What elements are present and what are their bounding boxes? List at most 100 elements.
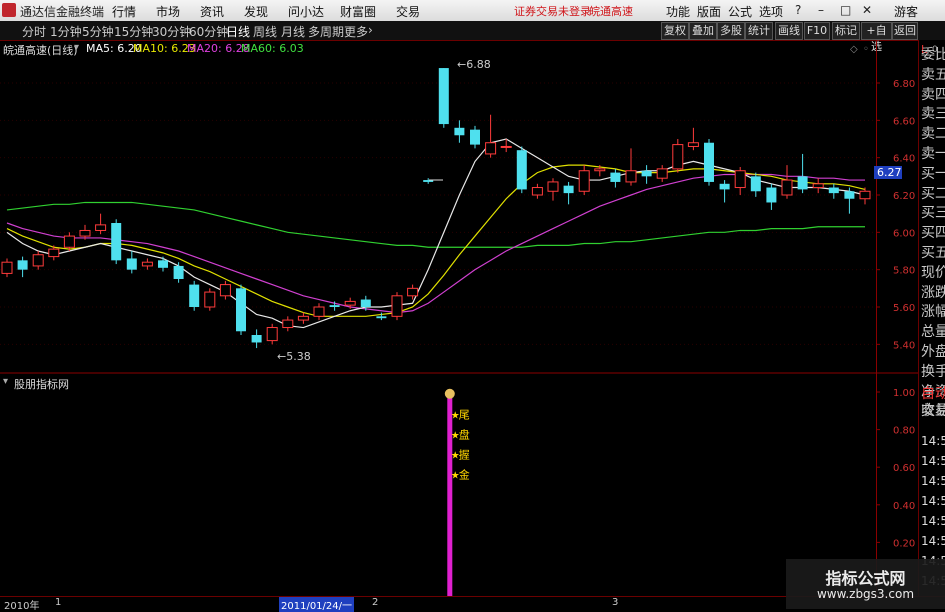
signal-char: 金 xyxy=(459,467,470,481)
ma60-path xyxy=(6,201,865,248)
quote-panel: L 0 委比 卖五 卖四 卖三 卖二 卖一 买一 买二 买三 买四 买五 现价 涨跌 涨幅 总量 外盘 换手 净资… xyxy=(918,40,945,609)
candle-body-down xyxy=(470,129,480,145)
period-5min[interactable]: 5分钟 xyxy=(82,23,114,40)
candle-body-down xyxy=(563,185,574,194)
candle-body-down xyxy=(766,187,777,203)
more-chevron-icon[interactable]: › xyxy=(368,23,373,37)
quote-row-label: 总量 xyxy=(921,324,945,341)
quote-row-label: 外盘 xyxy=(921,344,945,360)
quote-row-label: 委比 xyxy=(921,47,945,63)
period-more[interactable]: 更多 xyxy=(344,23,368,40)
watermark-url: www.zbgs3.com xyxy=(816,587,915,601)
price-tick-label: 6.00 xyxy=(893,228,915,239)
ma-toggle-icon[interactable]: ▾ xyxy=(74,42,79,53)
price-tick-label: 6.20 xyxy=(893,191,915,202)
tongji-button[interactable]: 统计 xyxy=(745,22,773,40)
year-label: 2010年 xyxy=(4,601,40,612)
candle-body-down xyxy=(516,150,527,190)
price-tick-label: 6.80 xyxy=(893,79,915,90)
trade-login-warning[interactable]: 证券交易未登录 xyxy=(514,3,591,19)
candlesticks xyxy=(1,68,871,349)
candle-body-up xyxy=(594,168,606,172)
maximize-icon[interactable]: □ xyxy=(840,3,851,17)
candle-body-down xyxy=(641,170,652,177)
quote-row-label: 买三 xyxy=(921,205,945,222)
period-15min[interactable]: 15分钟 xyxy=(114,23,153,40)
menu-caifuquan[interactable]: 财富圈 xyxy=(340,3,376,20)
sub-toggle-icon[interactable]: ▾ xyxy=(3,376,8,387)
candle-body-up xyxy=(32,254,44,267)
signal-char: 尾 xyxy=(459,408,470,421)
trade-time: 14:56 xyxy=(921,434,945,448)
quote-row-label: 买一 xyxy=(921,165,945,182)
candle-body-down xyxy=(189,284,200,307)
menu-xuanxiang[interactable]: 选项 xyxy=(759,3,783,20)
candle-body-up xyxy=(781,179,793,196)
duogu-button[interactable]: 多股 xyxy=(717,22,745,40)
quote-row-label: 卖五 xyxy=(921,66,945,83)
candle-body-up xyxy=(656,168,668,179)
auto-trade-label-1[interactable]: 自动 xyxy=(921,386,945,402)
menu-jiaoyi[interactable]: 交易 xyxy=(396,3,420,20)
candle-body-down xyxy=(360,299,371,307)
price-tick-label: 6.40 xyxy=(893,154,915,165)
period-week[interactable]: 周线 xyxy=(253,23,277,40)
minimize-icon[interactable]: – xyxy=(818,3,824,17)
menu-wenxiaoda[interactable]: 问小达 xyxy=(288,3,324,20)
period-30min[interactable]: 30分钟 xyxy=(152,23,191,40)
biaoji-button[interactable]: 标记 xyxy=(832,22,860,40)
diejia-button[interactable]: 叠加 xyxy=(689,22,717,40)
period-60min[interactable]: 60分钟 xyxy=(189,23,228,40)
signal-char: 握 xyxy=(459,447,470,461)
chart-title: 皖通高速(日线) xyxy=(3,44,78,57)
settings-dot-icon[interactable]: ◦ xyxy=(863,44,869,55)
ma60-legend: MA60: 6.03 xyxy=(241,42,304,55)
candle-body-up xyxy=(687,142,699,147)
kline-chart-area[interactable]: 6.80 6.60 6.40 6.20 6.00 5.80 5.60 5.40 1.00 0.8… xyxy=(0,40,918,596)
help-icon[interactable]: ? xyxy=(795,3,801,17)
diamond-icon[interactable]: ◇ xyxy=(850,44,858,55)
candle-body-up xyxy=(485,142,497,155)
ma60-line xyxy=(6,201,865,248)
quote-row-label: 涨幅 xyxy=(921,304,945,321)
quote-row-label: 卖一 xyxy=(921,146,945,162)
back-button[interactable]: 返回 xyxy=(892,22,918,40)
menu-zixun[interactable]: 资讯 xyxy=(200,3,224,20)
menu-faxian[interactable]: 发现 xyxy=(244,3,268,20)
menu-banmian[interactable]: 版面 xyxy=(697,3,721,20)
period-1min[interactable]: 1分钟 xyxy=(50,23,82,40)
candle-body-up xyxy=(1,261,13,274)
period-multi[interactable]: 多周期 xyxy=(308,23,344,40)
menu-gongshi[interactable]: 公式 xyxy=(728,3,752,20)
fuquan-button[interactable]: 复权 xyxy=(661,22,689,40)
add-watchlist-button[interactable]: +自选 xyxy=(861,22,892,53)
candle-body-up xyxy=(297,315,309,321)
close-icon[interactable]: ✕ xyxy=(862,3,872,17)
month-mark-2: 2 xyxy=(372,597,379,608)
ma5-line xyxy=(6,138,866,329)
candle-body-down xyxy=(251,335,262,343)
candle-body-down xyxy=(610,172,621,182)
candle-body-down xyxy=(329,305,340,307)
candle-body-up xyxy=(625,170,637,183)
user-label[interactable]: 游客 xyxy=(894,3,918,20)
period-month[interactable]: 月线 xyxy=(281,23,305,40)
f10-button[interactable]: F10 xyxy=(804,22,830,40)
menu-gongneng[interactable]: 功能 xyxy=(666,3,690,20)
candle-body-up xyxy=(219,284,231,297)
menu-hangqing[interactable]: 行情 xyxy=(112,3,136,20)
huaxian-button[interactable]: 画线 xyxy=(775,22,803,40)
period-fenshi[interactable]: 分时 xyxy=(22,23,46,40)
candle-body-down xyxy=(704,142,714,182)
menu-shichang[interactable]: 市场 xyxy=(156,3,180,20)
candle-body-up xyxy=(859,190,871,200)
stock-name-header: 皖通高速 xyxy=(589,5,633,18)
period-day[interactable]: 日线 xyxy=(226,23,250,40)
auto-trade-label-2[interactable]: 交易 xyxy=(921,403,945,419)
quote-row-label: 现价 xyxy=(921,264,945,281)
period-toolbar: 分时 1分钟 5分钟 15分钟 30分钟 60分钟 日线 周线 月线 多周期 更… xyxy=(0,21,945,53)
trade-time: 14:56 xyxy=(921,494,945,508)
candle-body-up xyxy=(407,287,419,297)
price-tick-label: 6.60 xyxy=(893,116,915,127)
candle-body-down xyxy=(454,127,465,136)
